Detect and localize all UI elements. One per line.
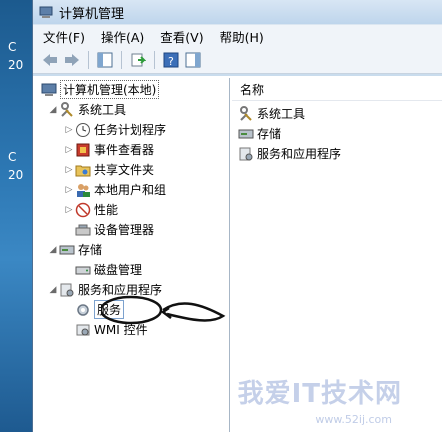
desktop-icon-label: C [8, 40, 17, 54]
computer-management-window: 计算机管理 文件(F) 操作(A) 查看(V) 帮助(H) ? 计算机管理(本地… [32, 0, 442, 432]
clock-icon [76, 122, 90, 137]
toolbar-separator [154, 51, 155, 69]
forward-arrow-icon[interactable] [63, 51, 81, 69]
column-header-name[interactable]: 名称 [232, 78, 442, 101]
event-viewer-icon [76, 143, 90, 156]
services-gear-icon [77, 303, 89, 316]
menu-bar: 文件(F) 操作(A) 查看(V) 帮助(H) [33, 24, 442, 47]
tree-item-performance[interactable]: ▷ 性能 [63, 200, 118, 219]
collapse-arrow-icon[interactable]: ◢ [47, 245, 59, 255]
menu-view[interactable]: 查看(V) [160, 27, 203, 46]
menu-action[interactable]: 操作(A) [101, 27, 144, 46]
collapse-arrow-icon[interactable]: ◢ [47, 285, 59, 295]
show-hide-action-pane-icon[interactable] [184, 51, 202, 69]
system-tools-icon [61, 101, 73, 117]
tree-item-shared-folders[interactable]: ▷ 共享文件夹 [63, 160, 154, 179]
collapse-arrow-icon[interactable]: ◢ [47, 105, 59, 115]
show-hide-console-tree-icon[interactable] [96, 51, 114, 69]
expand-arrow-icon[interactable]: ▷ [63, 205, 75, 215]
content-panes: 计算机管理(本地) ◢ 系统工具 ▷ 任务计划程序 ▷ 事件查看器 ▷ 共享文件 [33, 76, 442, 432]
expand-arrow-icon[interactable]: ▷ [63, 185, 75, 195]
system-tools-icon [240, 105, 252, 121]
back-arrow-icon[interactable] [41, 51, 59, 69]
console-tree: 计算机管理(本地) ◢ 系统工具 ▷ 任务计划程序 ▷ 事件查看器 ▷ 共享文件 [37, 78, 230, 432]
shared-folder-icon [75, 165, 91, 176]
svg-text:?: ? [168, 55, 174, 68]
tree-item-label: 本地用户和组 [94, 183, 167, 197]
computer-management-icon [39, 6, 53, 18]
services-applications-icon [239, 147, 253, 160]
tree-item-label: 任务计划程序 [94, 123, 167, 137]
results-list: 名称 系统工具 存储 服务和应用程序 [232, 78, 442, 432]
tree-item-label: 存储 [78, 243, 103, 257]
tree-item-label: 计算机管理(本地) [60, 80, 160, 99]
desktop-background: C 20 C 20 [0, 0, 34, 432]
tree-item-root[interactable]: 计算机管理(本地) [41, 80, 160, 99]
toolbar: ? [33, 47, 442, 74]
export-list-icon[interactable] [129, 51, 147, 69]
tree-item-task-scheduler[interactable]: ▷ 任务计划程序 [63, 120, 166, 139]
list-item-label: 系统工具 [257, 107, 306, 121]
list-item-storage[interactable]: 存储 [238, 124, 281, 143]
tree-item-local-users[interactable]: ▷ 本地用户和组 [63, 180, 166, 199]
expand-arrow-icon[interactable]: ▷ [63, 145, 75, 155]
expand-arrow-icon[interactable]: ▷ [63, 125, 75, 135]
expand-arrow-icon[interactable]: ▷ [63, 165, 75, 175]
tree-item-label: 磁盘管理 [94, 263, 143, 277]
services-applications-icon [60, 283, 74, 296]
menu-file[interactable]: 文件(F) [43, 27, 85, 46]
disk-management-icon [75, 266, 91, 274]
performance-icon [75, 202, 91, 217]
list-item-label: 服务和应用程序 [257, 147, 342, 161]
title-bar[interactable]: 计算机管理 [33, 0, 442, 24]
users-icon [77, 183, 90, 197]
tree-item-device-manager[interactable]: 设备管理器 [75, 220, 154, 239]
tree-item-label: 事件查看器 [94, 143, 155, 157]
device-manager-icon [75, 224, 91, 235]
toolbar-separator [88, 51, 89, 69]
help-icon[interactable]: ? [162, 51, 180, 69]
tree-item-disk-management[interactable]: 磁盘管理 [75, 260, 142, 279]
tree-item-label: 共享文件夹 [94, 163, 155, 177]
toolbar-separator [121, 51, 122, 69]
tree-item-event-viewer[interactable]: ▷ 事件查看器 [63, 140, 154, 159]
list-item-system-tools[interactable]: 系统工具 [238, 104, 305, 123]
menu-help[interactable]: 帮助(H) [220, 27, 264, 46]
tree-item-label: 系统工具 [78, 103, 127, 117]
storage-icon [59, 245, 75, 254]
list-item-services-and-applications[interactable]: 服务和应用程序 [238, 144, 341, 163]
tree-item-label: 设备管理器 [94, 223, 155, 237]
hand-drawn-annotation [101, 295, 226, 325]
tree-item-storage[interactable]: ◢ 存储 [47, 240, 102, 259]
column-header-label: 名称 [240, 82, 265, 97]
wmi-control-icon [76, 324, 90, 335]
window-title: 计算机管理 [59, 6, 125, 22]
desktop-icon-label: 20 [8, 168, 24, 182]
computer-management-icon [41, 83, 57, 96]
tree-item-system-tools[interactable]: ◢ 系统工具 [47, 100, 126, 119]
desktop-icon-label: C [8, 150, 17, 164]
storage-icon [238, 129, 254, 138]
list-item-label: 存储 [257, 127, 282, 141]
tree-item-label: 性能 [94, 203, 119, 217]
desktop-icon-label: 20 [8, 58, 24, 72]
